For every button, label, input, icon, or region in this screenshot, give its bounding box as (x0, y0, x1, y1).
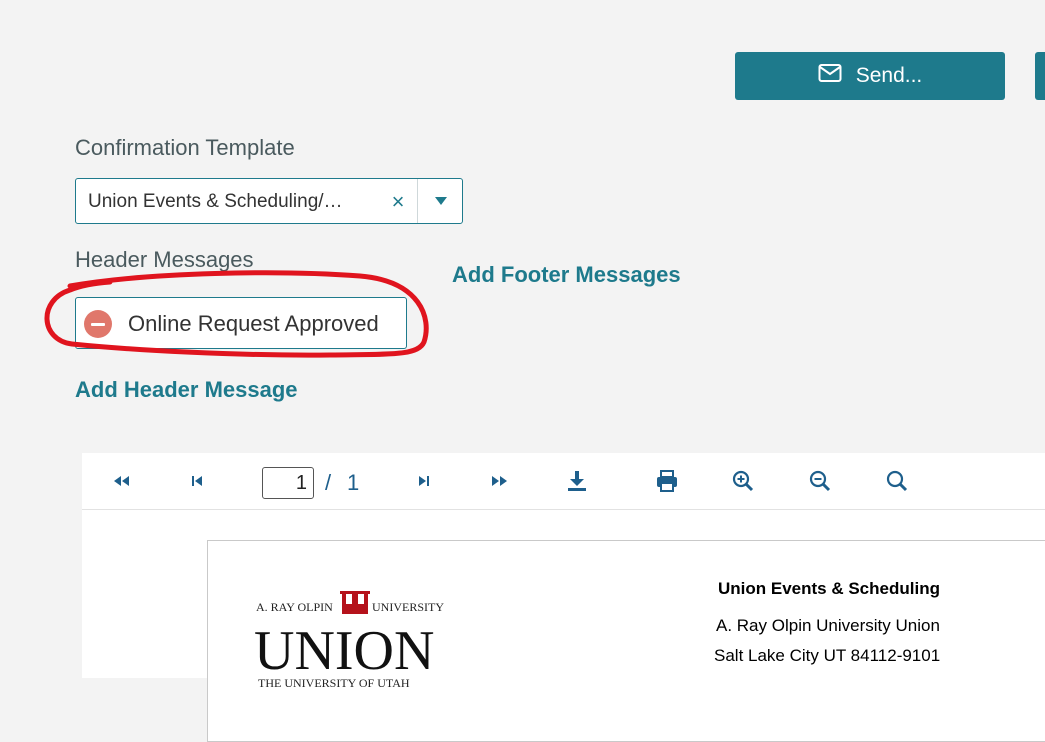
next-page-icon[interactable] (412, 469, 436, 493)
add-footer-messages-link[interactable]: Add Footer Messages (452, 262, 681, 288)
university-u-emblem (340, 591, 370, 614)
page-separator: / (325, 470, 332, 495)
send-button[interactable]: Send... (735, 52, 1005, 100)
last-page-icon[interactable] (488, 469, 512, 493)
header-message-text: Online Request Approved (128, 311, 379, 336)
secondary-action-button[interactable] (1035, 52, 1045, 100)
remove-icon[interactable] (84, 310, 112, 338)
print-icon[interactable] (655, 469, 679, 493)
logo-top-right-text: UNIVERSITY (372, 600, 444, 614)
total-pages: 1 (347, 470, 360, 495)
address-line-2: Salt Lake City UT 84112-9101 (714, 646, 941, 665)
union-logo: A. RAY OLPIN UNIVERSITY UNION THE UNIVER… (254, 591, 444, 689)
clear-icon[interactable]: × (388, 191, 408, 213)
header-messages-label: Header Messages (75, 247, 254, 272)
download-icon[interactable] (565, 469, 589, 493)
chevron-down-icon[interactable] (418, 179, 464, 223)
logo-top-text: A. RAY OLPIN (256, 600, 333, 614)
document-page: A. RAY OLPIN UNIVERSITY UNION THE UNIVER… (207, 540, 1045, 742)
send-button-label: Send... (855, 64, 923, 87)
confirmation-template-select[interactable]: Union Events & Scheduling/… × (75, 178, 463, 224)
add-header-message-link[interactable]: Add Header Message (75, 377, 298, 403)
confirmation-template-value: Union Events & Scheduling/… (88, 191, 343, 212)
header-message-item: Online Request Approved (75, 297, 407, 349)
first-page-icon[interactable] (109, 469, 133, 493)
search-icon[interactable] (885, 469, 909, 493)
envelope-icon (818, 63, 842, 89)
report-viewer: / 1 A. RAY OLPIN (82, 453, 1045, 742)
viewer-toolbar: / 1 (82, 453, 1045, 510)
logo-main-text: UNION (254, 620, 434, 682)
confirmation-template-label: Confirmation Template (75, 135, 295, 160)
address-line-1: A. Ray Olpin University Union (716, 616, 940, 635)
zoom-out-icon[interactable] (808, 469, 832, 493)
previous-page-icon[interactable] (185, 469, 209, 493)
organization-name: Union Events & Scheduling (718, 579, 940, 598)
zoom-in-icon[interactable] (731, 469, 755, 493)
page-number-input[interactable] (262, 467, 314, 499)
